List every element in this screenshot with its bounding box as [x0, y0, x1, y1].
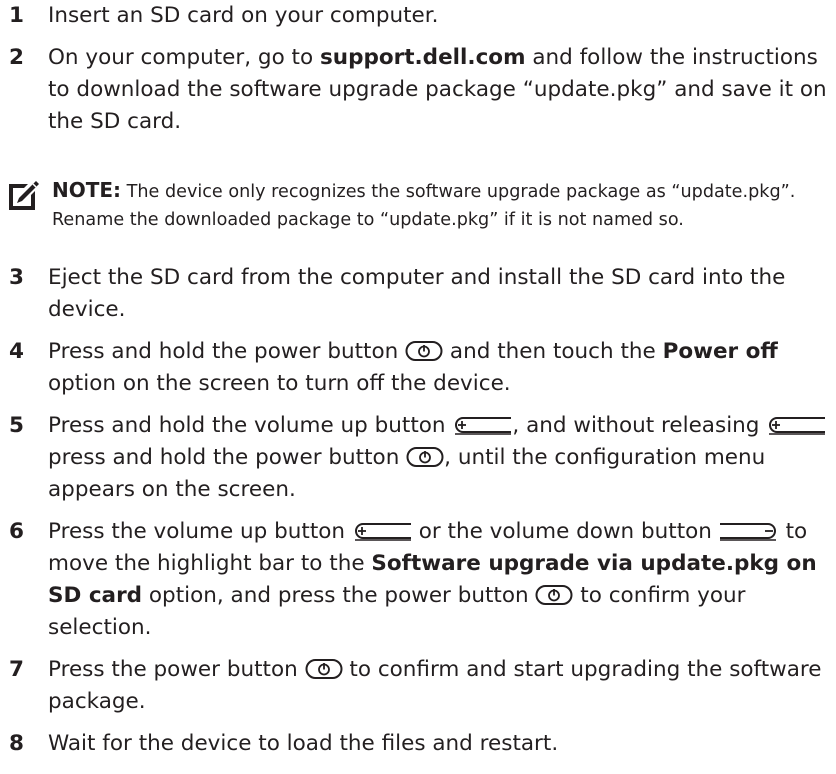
step-7: 7 Press the power button to confirm and … — [0, 654, 836, 718]
link-support: support.dell.com — [319, 45, 526, 70]
power-button-icon — [405, 341, 443, 361]
step-number: 4 — [9, 339, 24, 364]
step-text: Eject the SD card from the computer and … — [48, 265, 786, 322]
step-6: 6 Press the volume up button or the volu… — [0, 516, 836, 644]
step-text: Press and hold the volume up button , an… — [48, 410, 836, 506]
step-number: 6 — [9, 519, 24, 544]
step-text: Insert an SD card on your computer. — [48, 3, 439, 28]
step-text: Wait for the device to load the files an… — [48, 731, 559, 756]
power-button-icon — [535, 585, 573, 605]
step-2: 2 On your computer, go to support.dell.c… — [0, 42, 836, 138]
step-number: 8 — [9, 731, 24, 756]
step-number: 3 — [9, 265, 24, 290]
pencil-note-icon — [9, 181, 39, 210]
step-number: 7 — [9, 657, 24, 682]
step-text: Press the volume up button or the volume… — [48, 519, 817, 640]
note-block: NOTE: The device only recognizes the sof… — [0, 176, 836, 234]
step-3: 3 Eject the SD card from the computer an… — [0, 262, 836, 326]
power-off-option: Power off — [662, 339, 778, 364]
step-5: 5 Press and hold the volume up button , … — [0, 410, 836, 506]
power-button-icon — [305, 659, 343, 679]
step-number: 2 — [9, 45, 24, 70]
step-4: 4 Press and hold the power button and th… — [0, 336, 836, 400]
volume-up-button-icon — [769, 417, 826, 435]
step-number: 1 — [9, 3, 24, 28]
step-text: On your computer, go to support.dell.com… — [48, 45, 827, 134]
volume-up-button-icon — [354, 523, 411, 541]
step-1: 1 Insert an SD card on your computer. — [0, 0, 836, 32]
volume-up-button-icon — [455, 417, 512, 435]
step-text: Press the power button to confirm and st… — [48, 657, 822, 714]
volume-down-button-icon — [719, 523, 776, 541]
power-button-icon — [406, 447, 444, 467]
step-8: 8 Wait for the device to load the files … — [0, 728, 836, 760]
note-text: NOTE: The device only recognizes the sof… — [52, 178, 796, 230]
step-text: Press and hold the power button and then… — [48, 339, 778, 396]
step-number: 5 — [9, 413, 24, 438]
